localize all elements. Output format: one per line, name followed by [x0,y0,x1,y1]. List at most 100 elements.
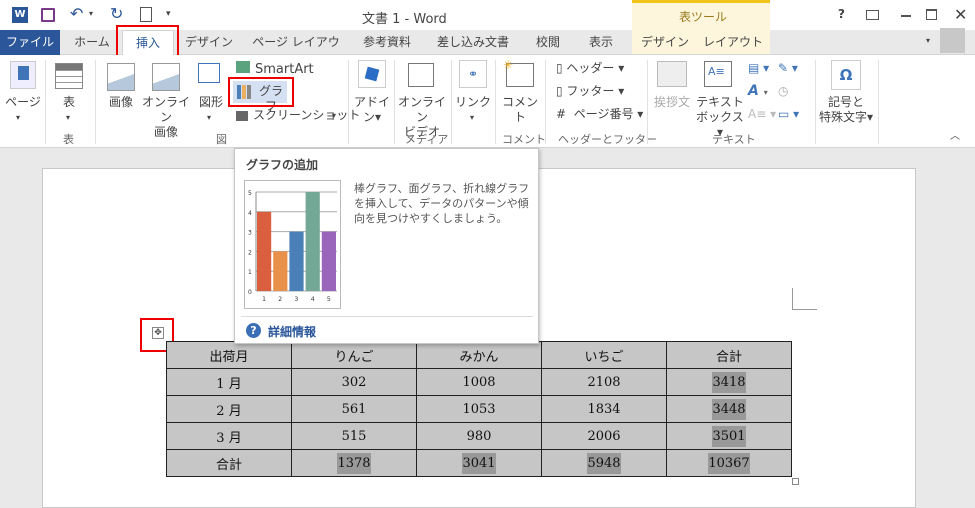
comment-button[interactable]: コメント [500,95,540,125]
y-tick-label: 4 [248,210,252,217]
addin-button[interactable]: アドイ ン▾ [354,95,390,125]
cell[interactable]: 1 月 [166,368,292,396]
undo-dropdown-icon[interactable]: ▾ [89,9,93,18]
tab-design[interactable]: デザイン [180,30,238,55]
cell[interactable]: 合計 [166,449,292,477]
shapes-icon [198,63,220,83]
account-dropdown-icon[interactable]: ▾ [926,36,930,45]
print-preview-icon[interactable] [140,7,152,22]
close-button[interactable]: ✕ [954,5,967,24]
tab-view[interactable]: 表示 [580,30,622,55]
tab-table-layout[interactable]: レイアウト [702,30,764,55]
cell[interactable]: 5948 [541,449,667,477]
header-cell[interactable]: いちご [541,341,667,369]
minimize-button[interactable] [901,15,911,17]
margin-corner-mark [792,288,817,310]
help-circle-icon: ? [246,323,261,338]
link-button[interactable]: リンク [455,95,491,110]
y-tick-label: 2 [248,249,252,256]
chart-tooltip: グラフの追加 棒グラフ、面グラフ、折れ線グラフを挿入して、データのパターンや傾向… [234,148,539,344]
quick-parts-icon[interactable]: ▤ ▾ [748,61,769,76]
cell[interactable]: 980 [416,422,542,450]
y-tick-label: 1 [248,269,252,276]
cell[interactable]: 2006 [541,422,667,450]
cell[interactable]: 1834 [541,395,667,423]
tab-mailings[interactable]: 差し込み文書 [430,30,516,55]
drop-cap-icon: A≡ ▾ [748,107,777,121]
header-cell[interactable]: 合計 [666,341,792,369]
collapse-ribbon-icon[interactable]: ︿ [950,129,960,144]
redo-icon[interactable]: ↻ [110,4,123,23]
cell[interactable]: 10367 [666,449,792,477]
tab-file[interactable]: ファイル [0,30,60,55]
bar [273,251,288,291]
link-icon: ⚭ [459,60,487,88]
cell[interactable]: 3 月 [166,422,292,450]
shapes-button[interactable]: 図形 [196,95,226,110]
tab-references[interactable]: 参考資料 [356,30,418,55]
cell[interactable]: 2 月 [166,395,292,423]
smartart-button[interactable]: SmartArt [255,62,314,77]
avatar[interactable] [940,28,965,53]
customize-qat-icon[interactable]: ▾ [166,9,171,19]
cell[interactable]: 515 [291,422,417,450]
y-tick-label: 0 [248,289,252,296]
maximize-button[interactable] [926,9,937,20]
window-title: 文書 1 - Word [362,12,447,27]
picture-button[interactable]: 画像 [103,95,139,110]
header-button[interactable]: ▯ ヘッダー ▾ [556,61,624,76]
cell[interactable]: 302 [291,368,417,396]
bar [289,231,304,291]
online-picture-button[interactable]: オンライン 画像 [140,95,192,140]
tab-table-design[interactable]: デザイン [636,30,694,55]
footer-button[interactable]: ▯ フッター ▾ [556,84,624,99]
object-icon[interactable]: ▭ ▾ [778,107,799,122]
header-cell[interactable]: 出荷月 [166,341,292,369]
group-illustrations-label: 図 [216,133,227,146]
cell[interactable]: 3041 [416,449,542,477]
x-tick-label: 1 [262,296,266,303]
table-dropdown-icon: ▾ [66,113,71,122]
undo-icon[interactable]: ↶ [70,4,83,23]
screenshot-button[interactable]: スクリーンショット [253,108,360,123]
online-picture-icon [152,63,180,91]
ribbon-display-icon[interactable] [866,10,879,20]
cell[interactable]: 3448 [666,395,792,423]
page-button[interactable]: ページ [4,95,42,110]
greeting-button: 挨拶文 [653,95,690,109]
symbol-button[interactable]: 記号と 特殊文字▾ [814,95,878,125]
header-cell[interactable]: みかん [416,341,542,369]
header-cell[interactable]: りんご [291,341,417,369]
cell[interactable]: 3501 [666,422,792,450]
shipment-table[interactable]: 出荷月 りんご みかん いちご 合計 1 月 302 1008 2108 341… [166,341,792,477]
tab-page-layout[interactable]: ページ レイアウト [248,30,344,74]
x-tick-label: 3 [295,296,299,303]
table-tools-label: 表ツール [679,10,728,24]
table-resize-handle[interactable] [792,478,799,485]
cell[interactable]: 3418 [666,368,792,396]
page-number-button[interactable]: # ページ番号 ▾ [556,107,643,122]
cell[interactable]: 561 [291,395,417,423]
tooltip-chart-preview: 0 1 2 3 4 5 1 2 3 4 5 [244,180,341,309]
signature-line-icon[interactable]: ✎ ▾ [778,61,798,76]
page-icon [10,61,36,89]
more-info-link[interactable]: 詳細情報 [268,323,316,340]
tab-review[interactable]: 校閲 [528,30,568,55]
save-icon[interactable] [41,8,55,22]
bar [257,211,272,291]
ribbon: ページ ▾ 表 ▾ 表 画像 オンライン 画像 図形 ▾ SmartArt グラフ… [0,55,975,148]
textbox-icon: A≡ [704,61,732,87]
wordart-icon[interactable]: A ▾ [748,84,768,100]
cell[interactable]: 1053 [416,395,542,423]
cell[interactable]: 2108 [541,368,667,396]
addin-icon [358,60,386,88]
x-tick-label: 2 [278,296,282,303]
cell[interactable]: 1008 [416,368,542,396]
bar [305,192,320,291]
tab-home[interactable]: ホーム [66,30,118,55]
help-icon[interactable]: ? [838,7,845,21]
cell[interactable]: 1378 [291,449,417,477]
table-icon [55,63,83,89]
screenshot-icon [236,111,248,121]
table-button[interactable]: 表 [55,95,83,110]
